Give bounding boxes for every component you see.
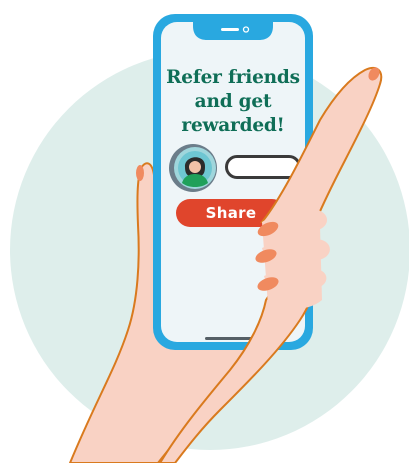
speaker-icon <box>221 28 239 31</box>
headline: Refer friends and get rewarded! <box>166 67 300 136</box>
person-avatar-icon <box>169 144 217 192</box>
referral-illustration: Refer friends and get rewarded! Share <box>0 0 409 463</box>
share-button[interactable]: Share <box>176 199 286 227</box>
thumb-nail <box>136 165 144 181</box>
referral-input-field[interactable] <box>225 155 301 179</box>
home-bar-icon <box>205 337 261 340</box>
